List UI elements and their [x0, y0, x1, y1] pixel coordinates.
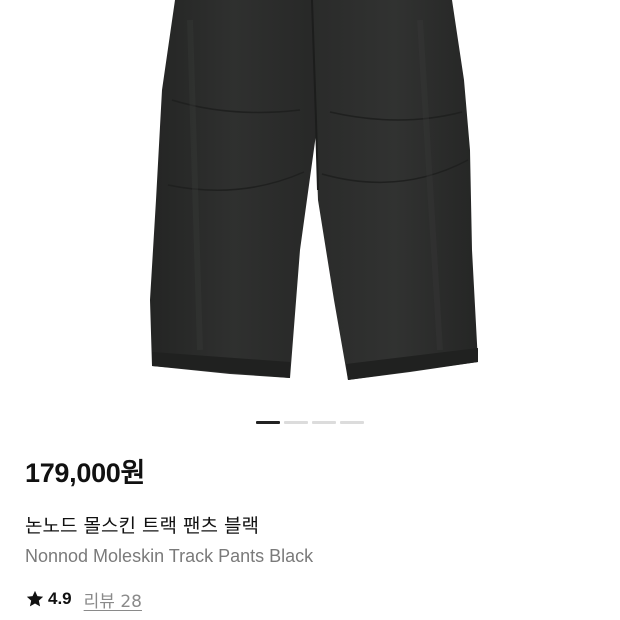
rating-value: 4.9 [48, 589, 72, 608]
star-icon [26, 590, 44, 607]
carousel-dot-1[interactable] [256, 421, 280, 424]
carousel-indicator[interactable] [0, 421, 620, 425]
product-title-korean: 논노드 몰스킨 트랙 팬츠 블랙 [25, 515, 259, 537]
rating-row: 4.9 리뷰 28 [25, 587, 142, 612]
carousel-dot-3[interactable] [312, 421, 336, 424]
pants-photo [150, 0, 478, 380]
carousel-dot-2[interactable] [284, 421, 308, 424]
product-image[interactable] [0, 0, 620, 408]
product-price: 179,000원 [25, 458, 146, 488]
carousel-dot-4[interactable] [340, 421, 364, 424]
product-detail-page: 179,000원 논노드 몰스킨 트랙 팬츠 블랙 Nonnod Moleski… [0, 0, 620, 620]
product-title-english: Nonnod Moleskin Track Pants Black [25, 546, 314, 566]
review-count-link[interactable]: 리뷰 28 [84, 587, 142, 612]
